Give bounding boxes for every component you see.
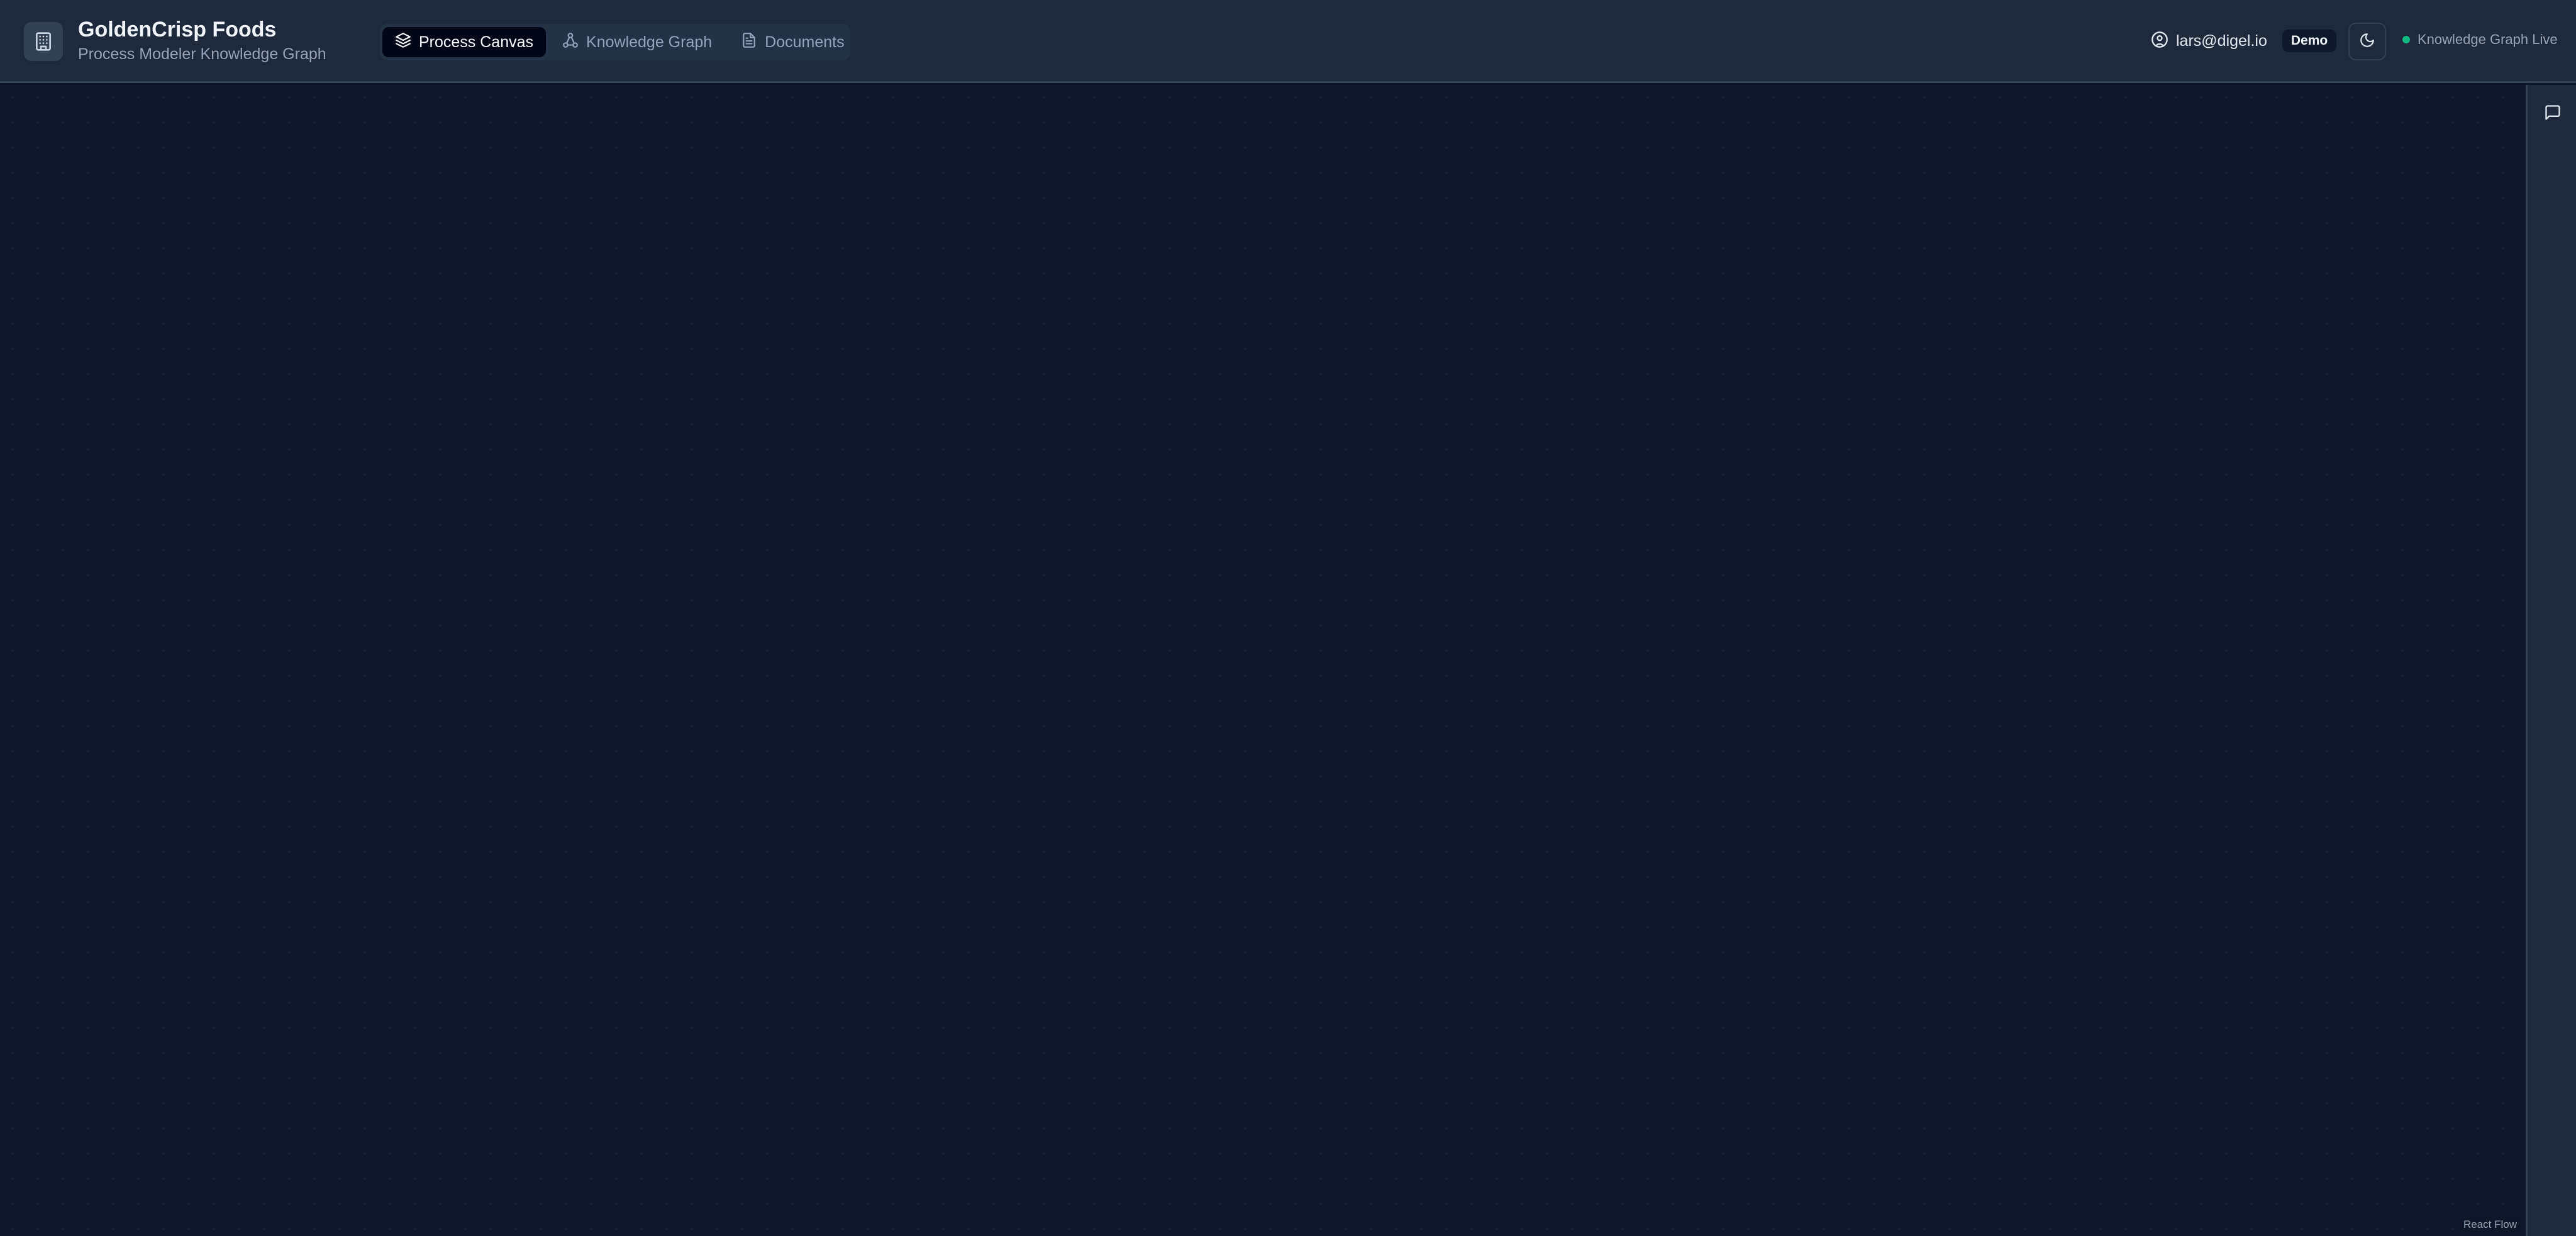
app-header: GoldenCrisp Foods Process Modeler Knowle… <box>0 0 2576 83</box>
user-circle-icon <box>2151 31 2168 52</box>
message-square-icon <box>2544 104 2562 124</box>
demo-badge: Demo <box>2282 30 2337 52</box>
document-icon <box>741 32 757 53</box>
tab-label: Knowledge Graph <box>586 33 713 51</box>
status-dot-icon <box>2402 36 2410 43</box>
status-label: Knowledge Graph Live <box>2418 31 2558 47</box>
moon-icon <box>2359 32 2375 52</box>
tab-label: Process Canvas <box>419 33 534 51</box>
tab-documents[interactable]: Documents <box>728 27 857 57</box>
tab-label: Documents <box>765 33 845 51</box>
react-flow-attribution[interactable]: React Flow <box>2458 1216 2522 1233</box>
graph-icon <box>562 32 579 53</box>
theme-toggle-button[interactable] <box>2348 23 2386 60</box>
main-tabs: Process Canvas Knowledge Graph Documents <box>380 24 850 60</box>
right-sidebar <box>2526 85 2576 1236</box>
connection-status: Knowledge Graph Live <box>2402 31 2558 48</box>
building-icon <box>24 22 63 61</box>
user-email: lars@digel.io <box>2176 31 2267 50</box>
process-canvas[interactable]: React Flow <box>0 85 2526 1236</box>
user-menu[interactable]: lars@digel.io Demo <box>2151 28 2337 54</box>
brand-title: GoldenCrisp Foods <box>78 18 277 41</box>
layers-icon <box>395 32 411 53</box>
tab-process-canvas[interactable]: Process Canvas <box>382 27 547 57</box>
tab-knowledge-graph[interactable]: Knowledge Graph <box>550 27 724 57</box>
chat-toggle-button[interactable] <box>2540 101 2565 126</box>
brand-subtitle: Process Modeler Knowledge Graph <box>78 45 326 63</box>
